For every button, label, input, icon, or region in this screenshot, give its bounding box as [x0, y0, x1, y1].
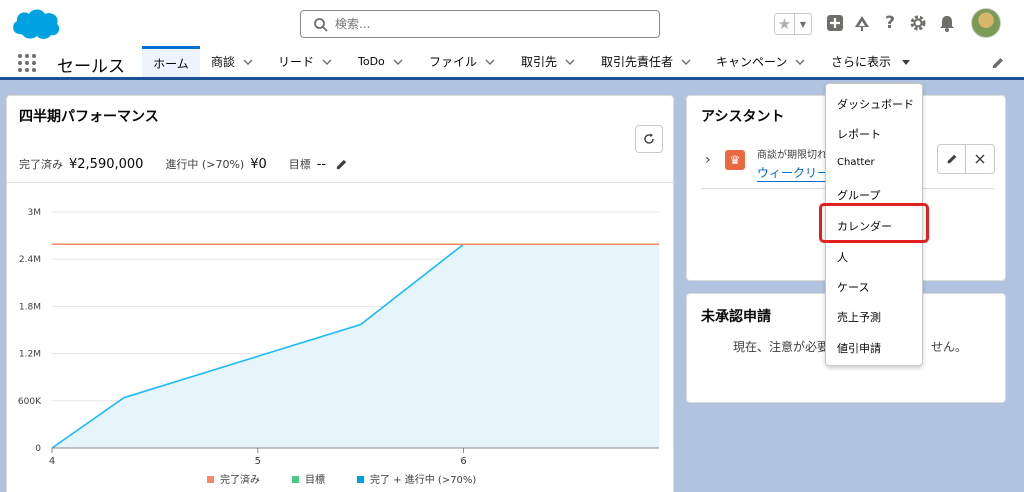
assistant-actions [937, 144, 995, 174]
card-title: アシスタント [701, 109, 785, 125]
help-icon[interactable]: ? [880, 13, 900, 33]
menu-item-dashboards[interactable]: ダッシュボード [837, 96, 914, 112]
y-tick-label: 1.8M [19, 302, 41, 312]
caret-down-icon[interactable] [901, 57, 911, 67]
legend-label: 目標 [305, 473, 325, 486]
tab-label: 取引先 [521, 55, 558, 69]
chevron-down-icon[interactable] [322, 57, 332, 67]
pencil-icon [947, 154, 956, 164]
area-fill-closed-plus-open [52, 244, 659, 448]
chevron-down-icon[interactable] [485, 57, 495, 67]
chevron-right-icon[interactable]: › [705, 152, 711, 168]
tab-label: ファイル [429, 55, 478, 69]
pending-message-left: 現在、注意が必要 [733, 340, 830, 354]
y-tick-label: 600K [18, 397, 42, 407]
trailhead-icon[interactable] [852, 13, 872, 33]
global-search-box[interactable] [300, 10, 660, 38]
tab-opportunities[interactable]: 商談 [211, 46, 253, 77]
legend-label: 完了済み [220, 473, 260, 486]
tab-label: 取引先責任者 [601, 55, 674, 69]
x-tick-label: 4 [49, 456, 55, 467]
y-tick-label: 2.4M [19, 255, 41, 265]
performance-chart: 0 600K 1.2M 1.8M 2.4M 3M 4 5 6 完了済み 目標 完了 + 進行中 (>7… [18, 208, 659, 486]
menu-item-reports[interactable]: レポート [837, 126, 881, 142]
tab-contacts[interactable]: 取引先責任者 [601, 46, 691, 77]
menu-item-cases[interactable]: ケース [837, 279, 869, 295]
tab-campaigns[interactable]: キャンペーン [716, 46, 805, 77]
edit-button[interactable] [938, 145, 967, 173]
chevron-down-icon[interactable] [243, 57, 253, 67]
favorites-button-group[interactable]: ★ ▼ [774, 13, 812, 35]
chevron-down-icon[interactable] [393, 57, 403, 67]
chevron-down-icon[interactable] [681, 57, 691, 67]
tab-label: ToDo [358, 55, 385, 68]
pending-message-right: せん。 [931, 340, 968, 354]
tab-label: キャンペーン [716, 55, 788, 69]
calendar-highlight-box [819, 203, 929, 243]
tab-files[interactable]: ファイル [429, 46, 495, 77]
tab-more[interactable]: さらに表示 [831, 46, 911, 77]
chevron-down-icon[interactable] [565, 57, 575, 67]
y-tick-label: 1.2M [19, 350, 41, 360]
menu-item-chatter[interactable]: Chatter [837, 157, 875, 168]
assistant-item-link[interactable]: ウィークリー [757, 164, 827, 182]
edit-nav-icon[interactable] [991, 56, 1005, 70]
tab-label: さらに表示 [831, 55, 892, 69]
menu-item-forecasts[interactable]: 売上予測 [837, 309, 881, 325]
tab-todo[interactable]: ToDo [358, 46, 403, 77]
global-header: ★ ▼ ? [0, 0, 1024, 46]
x-tick-label: 5 [255, 456, 261, 467]
legend-swatch [207, 476, 214, 483]
y-tick-label: 3M [28, 208, 42, 218]
y-tick-label: 0 [35, 444, 41, 454]
card-title: 未承認申請 [701, 309, 771, 325]
global-add-icon[interactable] [825, 13, 845, 33]
tab-label: ホーム [153, 56, 189, 71]
search-icon [314, 18, 328, 32]
legend-swatch [357, 476, 364, 483]
crown-icon: ♛ [725, 150, 745, 170]
x-tick-label: 6 [460, 456, 466, 467]
tab-label: 商談 [211, 55, 236, 69]
salesforce-logo-icon[interactable] [10, 6, 62, 42]
notification-bell-icon[interactable] [937, 13, 957, 33]
app-name: セールス [57, 57, 125, 77]
dismiss-button[interactable] [966, 145, 994, 173]
search-input[interactable] [335, 14, 635, 34]
menu-item-people[interactable]: 人 [837, 249, 848, 265]
chevron-down-icon[interactable] [795, 57, 805, 67]
tab-accounts[interactable]: 取引先 [521, 46, 575, 77]
quarterly-performance-card: 四半期パフォーマンス 完了済み ¥2,590,000 進行中 (>70%) ¥0… [6, 95, 675, 492]
close-icon [975, 154, 985, 164]
favorites-star-icon[interactable]: ★ [775, 14, 795, 34]
legend-swatch [292, 476, 299, 483]
menu-item-discount-requests[interactable]: 値引申請 [837, 340, 881, 356]
app-nav-bar: セールス ホーム 商談 リード ToDo ファイル 取引先 取引先責任者 キャン… [0, 46, 1024, 80]
user-avatar[interactable] [971, 8, 1001, 38]
tab-home[interactable]: ホーム [142, 46, 200, 77]
setup-gear-icon[interactable] [908, 13, 928, 33]
menu-item-groups[interactable]: グループ [837, 187, 880, 203]
app-launcher-icon[interactable] [18, 54, 36, 72]
favorites-dropdown-icon[interactable]: ▼ [795, 14, 811, 34]
tab-leads[interactable]: リード [278, 46, 332, 77]
legend-label: 完了 + 進行中 (>70%) [370, 473, 476, 486]
tab-label: リード [278, 55, 315, 69]
